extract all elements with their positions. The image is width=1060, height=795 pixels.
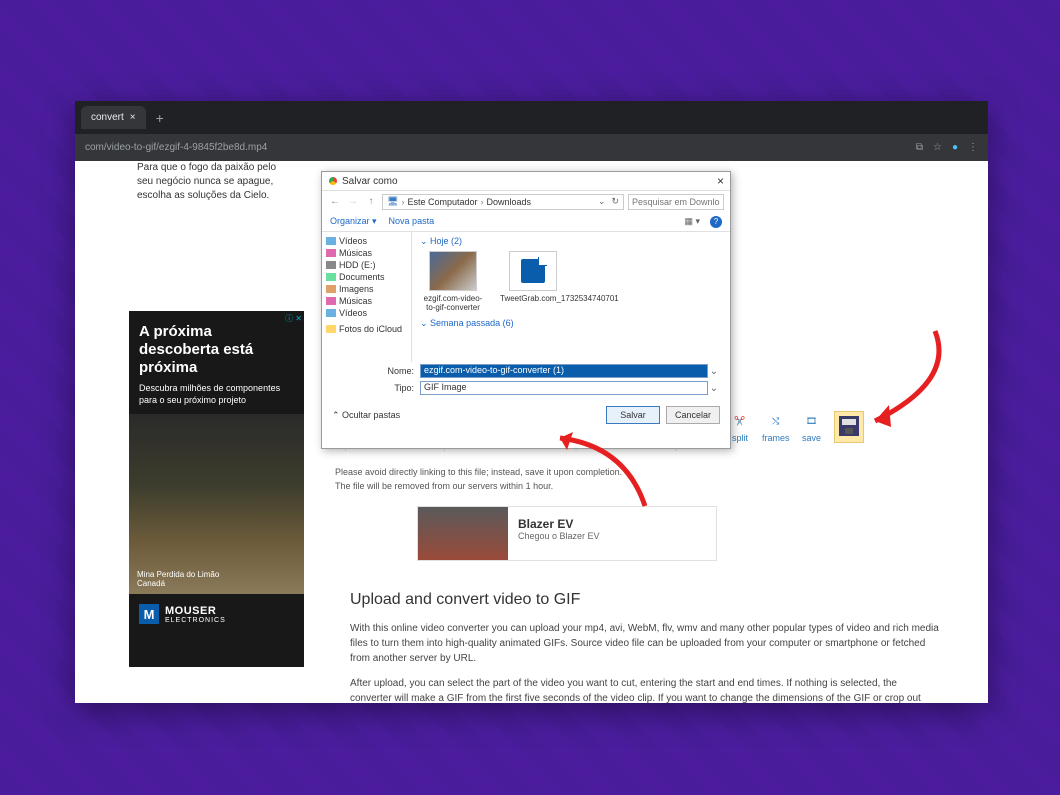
view-mode-icon[interactable]: ▦ ▾ — [684, 216, 700, 227]
article-p2: After upload, you can select the part of… — [350, 676, 940, 703]
tree-hdd[interactable]: HDD (E:) — [326, 259, 407, 271]
top-ad-copy: Para que o fogo da paixão pelo seu negóc… — [137, 161, 276, 203]
file-item-2[interactable]: TweetGrab.com_1732534740701 — [500, 251, 566, 312]
back-arrow-icon[interactable]: ← — [328, 196, 342, 207]
dropdown-icon[interactable]: ⌄ — [708, 383, 720, 394]
mid-ad-sub: Chegou o Blazer EV — [518, 531, 600, 541]
tree-music[interactable]: Músicas — [326, 247, 407, 259]
new-tab-button[interactable]: + — [156, 110, 164, 126]
floppy-disk-icon — [839, 416, 859, 436]
dialog-title-bar: Salvar como × — [322, 172, 730, 190]
name-label: Nome: — [372, 366, 420, 376]
dialog-toolbar: Organizar ▾ Nova pasta ▦ ▾ ? — [322, 212, 730, 232]
save-button[interactable]: Salvar — [606, 406, 660, 424]
dialog-title: Salvar como — [342, 176, 398, 187]
page-content: Para que o fogo da paixão pelo seu negóc… — [75, 161, 988, 703]
search-input[interactable] — [628, 194, 724, 210]
filetype-select[interactable]: GIF Image — [420, 381, 708, 395]
cancel-button[interactable]: Cancelar — [666, 406, 720, 424]
forward-arrow-icon[interactable]: → — [346, 196, 360, 207]
split-icon: ⤭ — [766, 411, 786, 431]
ad-subtext: Descubra milhões de componentes para o s… — [129, 383, 304, 406]
filename-input[interactable]: ezgif.com-video-to-gif-converter (1) — [420, 364, 708, 378]
group-today[interactable]: ⌄ Hoje (2) — [420, 236, 722, 247]
file-thumb-icon — [429, 251, 477, 291]
menu-icon[interactable]: ⋮ — [968, 142, 978, 153]
extension-icon[interactable]: ⧉ — [916, 142, 923, 153]
file-thumb-icon — [509, 251, 557, 291]
article-p1: With this online video converter you can… — [350, 621, 940, 666]
up-arrow-icon[interactable]: ↑ — [364, 196, 378, 207]
close-icon[interactable]: × — [130, 112, 136, 123]
profile-icon[interactable]: ● — [952, 142, 958, 153]
tool-cut[interactable]: ✂️split — [730, 411, 750, 443]
file-item-1[interactable]: ezgif.com-video-to-gif-converter — [420, 251, 486, 312]
pc-icon: 🖥 — [387, 196, 398, 207]
article-heading: Upload and convert video to GIF — [350, 591, 940, 609]
sidebar-ad[interactable]: ⓘ ✕ A próxima descoberta está próxima De… — [129, 311, 304, 667]
mouser-logo-icon: M — [139, 604, 159, 624]
frames-icon: 🎞 — [802, 411, 822, 431]
dropdown-icon[interactable]: ⌄ — [708, 366, 720, 377]
tool-save[interactable] — [834, 411, 864, 443]
url-text[interactable]: com/video-to-gif/ezgif-4-9845f2be8d.mp4 — [85, 142, 267, 153]
tab-title: convert — [91, 112, 124, 123]
group-last-week[interactable]: ⌄ Semana passada (6) — [420, 318, 722, 329]
tree-videos[interactable]: Vídeos — [326, 235, 407, 247]
article: Upload and convert video to GIF With thi… — [350, 591, 940, 703]
organize-menu[interactable]: Organizar ▾ — [330, 216, 377, 227]
ad-info-icon[interactable]: ⓘ ✕ — [285, 313, 302, 324]
inline-ad[interactable]: Blazer EV Chegou o Blazer EV — [417, 506, 717, 561]
scissors-icon: ✂️ — [730, 411, 750, 431]
annotation-arrow-save-tool — [855, 331, 955, 436]
ad-logo: M MOUSER ELECTRONICS — [129, 594, 304, 634]
chrome-icon — [328, 176, 338, 186]
tab-bar: convert × + — [75, 101, 988, 134]
tool-frames[interactable]: 🎞save — [802, 411, 822, 443]
tree-images[interactable]: Imagens — [326, 283, 407, 295]
type-label: Tipo: — [372, 383, 420, 393]
browser-tab[interactable]: convert × — [81, 106, 146, 129]
tree-music-2[interactable]: Músicas — [326, 295, 407, 307]
bookmark-icon[interactable]: ☆ — [933, 142, 942, 153]
url-bar: com/video-to-gif/ezgif-4-9845f2be8d.mp4 … — [75, 134, 988, 161]
ad-headline: A próxima descoberta está próxima — [129, 311, 304, 383]
refresh-icon[interactable]: ↻ — [611, 196, 619, 207]
mid-ad-title: Blazer EV — [518, 517, 600, 531]
help-icon[interactable]: ? — [710, 216, 722, 228]
new-folder-button[interactable]: Nova pasta — [389, 216, 435, 227]
save-as-dialog: Salvar como × ← → ↑ 🖥 › Este Computador … — [321, 171, 731, 449]
tree-videos-2[interactable]: Vídeos — [326, 307, 407, 319]
tree-icloud[interactable]: Fotos do iCloud — [326, 323, 407, 335]
ad-brand-sub: ELECTRONICS — [165, 617, 226, 624]
file-list: ⌄ Hoje (2) ezgif.com-video-to-gif-conver… — [412, 232, 730, 362]
breadcrumb[interactable]: 🖥 › Este Computador › Downloads ⌄ ↻ — [382, 194, 624, 210]
ad-brand: MOUSER — [165, 605, 226, 617]
ad-image: Mina Perdida do Limão Canadá — [129, 414, 304, 594]
tool-split[interactable]: ⤭frames — [762, 411, 790, 443]
close-icon[interactable]: × — [717, 174, 724, 188]
ad-car-image — [418, 507, 508, 560]
browser-window: convert × + com/video-to-gif/ezgif-4-984… — [75, 101, 988, 703]
file-note: Please avoid directly linking to this fi… — [335, 466, 622, 493]
tree-documents[interactable]: Documents — [326, 271, 407, 283]
folder-tree: Vídeos Músicas HDD (E:) Documents Imagen… — [322, 232, 412, 362]
toolbar-right: ✂️split ⤭frames 🎞save — [730, 411, 864, 443]
dialog-nav: ← → ↑ 🖥 › Este Computador › Downloads ⌄ … — [322, 190, 730, 212]
hide-folders-toggle[interactable]: ⌃ Ocultar pastas — [332, 410, 400, 421]
ad-caption: Mina Perdida do Limão Canadá — [137, 570, 219, 588]
